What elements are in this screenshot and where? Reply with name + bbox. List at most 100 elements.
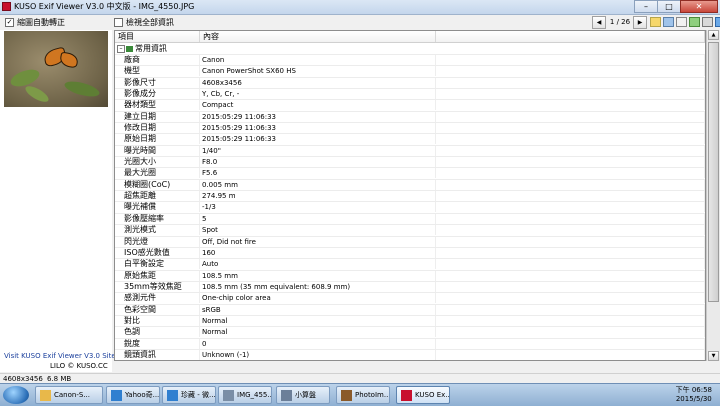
taskbar-button-label: Canon-S...	[54, 391, 90, 399]
scroll-up-icon[interactable]: ▲	[708, 30, 719, 40]
row-value: 1/40"	[200, 145, 436, 156]
map-icon[interactable]	[689, 17, 700, 27]
table-row[interactable]: 模糊圈(CoC) 0.005 mm	[115, 179, 705, 192]
row-spacer	[436, 225, 705, 236]
auto-rotate-checkbox[interactable]: ✓ 縮圖自動轉正	[5, 18, 65, 27]
table-row[interactable]: 對比 Normal	[115, 315, 705, 328]
show-all-checkbox[interactable]: 檢視全部資訊	[114, 18, 174, 27]
row-key: 原始日期	[115, 134, 200, 145]
table-row[interactable]: 色調 Normal	[115, 327, 705, 339]
photo-thumbnail[interactable]	[4, 31, 108, 107]
start-button[interactable]	[3, 386, 29, 404]
copy-icon[interactable]	[676, 17, 687, 27]
vertical-scrollbar[interactable]: ▲ ▼	[706, 30, 720, 361]
close-button[interactable]: ✕	[680, 0, 718, 13]
taskbar-button[interactable]: 小算盤	[276, 386, 330, 404]
collapse-toggle-icon[interactable]: –	[117, 44, 125, 53]
thumbnail-panel: Visit KUSO Exif Viewer V3.0 Site LILO © …	[0, 30, 116, 372]
table-row[interactable]: 影像尺寸 4608x3456	[115, 77, 705, 90]
column-header-item[interactable]: 項目	[115, 31, 200, 42]
row-spacer	[436, 89, 705, 100]
table-row[interactable]: 機型 Canon PowerShot SX60 HS	[115, 66, 705, 78]
help-icon[interactable]	[715, 17, 720, 27]
show-all-label: 檢視全部資訊	[126, 18, 174, 27]
table-row[interactable]: 閃光燈 Off, Did not fire	[115, 236, 705, 248]
table-body: 廠商 Canon 機型 Canon PowerShot SX60 HS 影像尺寸 4608…	[115, 55, 705, 360]
table-row[interactable]: 器材類型 Compact	[115, 100, 705, 112]
table-row[interactable]: ISO感光數值 160	[115, 247, 705, 260]
maximize-button[interactable]: □	[657, 0, 681, 13]
row-spacer	[436, 213, 705, 224]
taskbar-button[interactable]: 珍藏 - 微...	[162, 386, 216, 404]
table-row[interactable]: 鏡頭資訊 Unknown (-1)	[115, 349, 705, 360]
taskbar-button[interactable]: Canon-S...	[35, 386, 103, 404]
taskbar-button[interactable]: PhotoIm...	[336, 386, 390, 404]
row-value: F8.0	[200, 157, 436, 168]
row-key: 曝光補償	[115, 202, 200, 213]
next-button[interactable]: ▶	[633, 15, 647, 29]
table-row[interactable]: 影像壓縮率 5	[115, 213, 705, 226]
row-spacer	[436, 349, 705, 360]
row-spacer	[436, 236, 705, 247]
row-key: 感測元件	[115, 293, 200, 304]
row-spacer	[436, 157, 705, 168]
table-row[interactable]: 35mm等效焦距 108.5 mm (35 mm equivalent: 608.…	[115, 281, 705, 294]
clock[interactable]: 下午 06:58 2015/5/30	[676, 386, 712, 404]
scroll-thumb[interactable]	[708, 42, 719, 302]
table-row[interactable]: 感測元件 One-chip color area	[115, 293, 705, 305]
table-row[interactable]: 廠商 Canon	[115, 55, 705, 67]
taskbar-button-label: 小算盤	[295, 391, 316, 399]
taskbar-button[interactable]: KUSO Ex...	[396, 386, 450, 404]
save-icon[interactable]	[663, 17, 674, 27]
taskbar-button[interactable]: Yahoo奇...	[106, 386, 160, 404]
site-link[interactable]: Visit KUSO Exif Viewer V3.0 Site	[4, 352, 116, 360]
column-header-content[interactable]: 內容	[200, 31, 436, 42]
row-value: -1/3	[200, 202, 436, 213]
status-dimensions: 4608x3456	[3, 375, 43, 383]
table-row[interactable]: 測光模式 Spot	[115, 225, 705, 237]
table-row[interactable]: 影像成分 Y, Cb, Cr, -	[115, 89, 705, 101]
status-file-size: 6.8 MB	[47, 375, 72, 383]
open-folder-icon[interactable]	[650, 17, 661, 27]
row-key: ISO感光數值	[115, 247, 200, 258]
table-row[interactable]: 原始焦距 108.5 mm	[115, 270, 705, 282]
row-value: 0	[200, 338, 436, 349]
window-title: KUSO Exif Viewer V3.0 中文版 - IMG_4550.JPG	[14, 2, 195, 11]
row-spacer	[436, 327, 705, 338]
scroll-down-icon[interactable]: ▼	[708, 351, 719, 361]
table-row[interactable]: 最大光圈 F5.6	[115, 168, 705, 180]
table-row[interactable]: 建立日期 2015:05:29 11:06:33	[115, 111, 705, 124]
kuso-icon	[401, 389, 412, 401]
settings-icon[interactable]	[702, 17, 713, 27]
row-key: 色調	[115, 327, 200, 338]
table-row[interactable]: 白平衡設定 Auto	[115, 259, 705, 271]
table-row[interactable]: 超焦距離 274.95 m	[115, 191, 705, 203]
row-value: 2015:05:29 11:06:33	[200, 134, 436, 145]
table-row[interactable]: 光圈大小 F8.0	[115, 157, 705, 169]
row-value: Unknown (-1)	[200, 349, 436, 360]
table-row[interactable]: 曝光時間 1/40"	[115, 145, 705, 158]
row-spacer	[436, 304, 705, 315]
table-row[interactable]: 修改日期 2015:05:29 11:06:33	[115, 123, 705, 135]
folder-icon	[40, 389, 51, 401]
row-value: 2015:05:29 11:06:33	[200, 123, 436, 134]
row-spacer	[436, 259, 705, 270]
taskbar-button-label: 珍藏 - 微...	[181, 391, 216, 399]
row-key: 最大光圈	[115, 168, 200, 179]
group-row[interactable]: – 常用資訊	[115, 43, 705, 55]
table-row[interactable]: 曝光補償 -1/3	[115, 202, 705, 214]
row-value: 5	[200, 213, 436, 224]
row-key: 35mm等效焦距	[115, 281, 200, 292]
taskbar: Canon-S... Yahoo奇... 珍藏 - 微... IMG_455... 小算…	[0, 383, 720, 406]
column-header-spacer	[436, 31, 705, 42]
table-row[interactable]: 色彩空間 sRGB	[115, 304, 705, 316]
taskbar-button-label: PhotoIm...	[355, 391, 390, 399]
prev-button[interactable]: ◀	[592, 15, 606, 29]
row-value: Normal	[200, 315, 436, 326]
table-row[interactable]: 原始日期 2015:05:29 11:06:33	[115, 134, 705, 146]
minimize-button[interactable]: –	[634, 0, 658, 13]
row-value: 108.5 mm (35 mm equivalent: 608.9 mm)	[200, 281, 436, 292]
taskbar-button[interactable]: IMG_455...	[218, 386, 272, 404]
row-value: Auto	[200, 259, 436, 270]
table-row[interactable]: 銳度 0	[115, 338, 705, 350]
